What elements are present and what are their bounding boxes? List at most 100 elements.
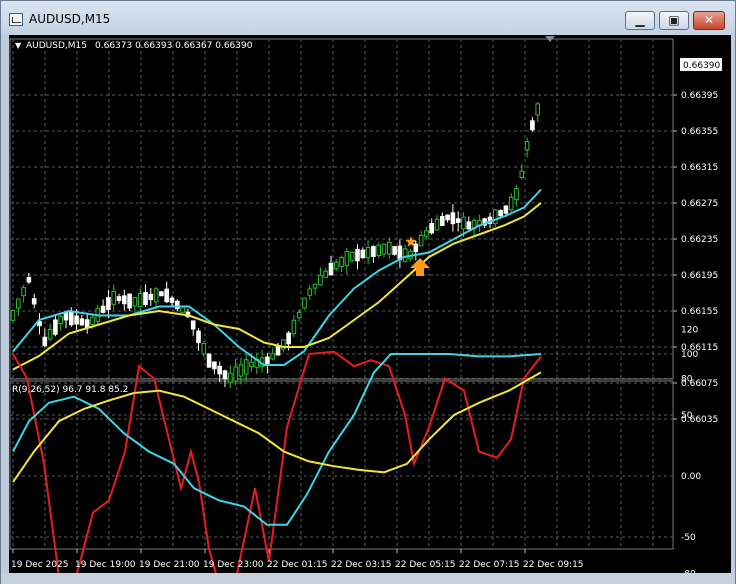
candle-body — [148, 293, 154, 301]
price-tick-label: 0.66155 — [681, 307, 718, 317]
candle-body — [143, 291, 148, 306]
time-tick-label: 22 Dec 09:15 — [523, 560, 584, 570]
close-button[interactable]: ✕ — [693, 11, 725, 30]
time-tick-label: 19 Dec 2025 — [11, 560, 69, 570]
candle-body — [222, 370, 228, 380]
candle-body — [413, 243, 419, 253]
candle-body — [291, 319, 297, 335]
candle-body — [519, 170, 525, 179]
candle-body — [233, 366, 238, 382]
candle-body — [270, 353, 275, 360]
minimize-button[interactable]: ▁ — [625, 11, 655, 30]
close-icon: ✕ — [703, 13, 715, 27]
chart-ohlc-values: 0.66373 0.66393 0.66367 0.66390 — [95, 41, 253, 51]
maximize-button[interactable]: ▣ — [659, 11, 689, 30]
candle-body — [106, 297, 111, 310]
candle-body — [196, 330, 201, 344]
chart-menu-arrow-icon[interactable]: ▼ — [15, 41, 22, 50]
candle-body — [217, 365, 222, 375]
candle-body — [455, 218, 461, 223]
candle-body — [440, 216, 445, 226]
candle-body — [339, 257, 344, 267]
candle-body — [111, 290, 117, 305]
candle-body — [429, 223, 434, 234]
time-tick-label: 22 Dec 07:15 — [459, 560, 520, 570]
oscillator-tick-label: 120 — [681, 326, 698, 336]
window-title: AUDUSD,M15 — [29, 12, 111, 26]
candle-body — [201, 343, 207, 355]
candle-body — [402, 248, 408, 263]
maximize-icon: ▣ — [668, 13, 680, 27]
chart-symbol-label: AUDUSD,M15 — [26, 41, 87, 51]
candle-body — [180, 306, 185, 313]
arrow-up-icon[interactable] — [410, 258, 430, 276]
candle-body — [169, 297, 175, 303]
candle-body — [498, 210, 503, 217]
candle-body — [535, 103, 541, 116]
candle-body — [69, 311, 74, 326]
candle-body — [355, 248, 360, 262]
candle-body — [153, 288, 159, 303]
oscillator-tick-label: -50 — [681, 533, 696, 543]
candle-body — [371, 246, 376, 257]
candle-body — [10, 310, 16, 321]
candle-body — [344, 250, 350, 266]
candle-body — [307, 288, 313, 296]
candle-body — [376, 244, 381, 256]
chart-canvas[interactable]: ▼ AUDUSD,M15 0.66373 0.66393 0.66367 0.6… — [9, 35, 731, 584]
candle-body — [206, 353, 212, 368]
candle-body — [265, 356, 270, 366]
price-tick-label: 0.66315 — [681, 163, 718, 173]
oscillator-tick-label: 50 — [681, 411, 693, 421]
candle-body — [434, 218, 440, 231]
candle-body — [275, 345, 281, 356]
candle-body — [122, 295, 127, 305]
candle-body — [334, 261, 339, 270]
candle-body — [243, 359, 249, 375]
candle-body — [238, 364, 244, 377]
oscillator-label: R(9,26,52) 96.7 91.8 85.2 — [12, 385, 128, 395]
candle-body — [328, 262, 334, 276]
minimize-icon: ▁ — [635, 13, 645, 27]
candle-body — [360, 249, 366, 259]
candle-body — [530, 120, 535, 131]
time-tick-label: 22 Dec 03:15 — [331, 560, 392, 570]
candle-body — [450, 212, 456, 225]
candle-body — [79, 318, 85, 326]
time-tick-label: 19 Dec 21:00 — [139, 560, 200, 570]
candle-body — [90, 316, 95, 325]
candle-body — [514, 188, 519, 200]
candle-body — [461, 216, 466, 230]
oscillator-tick-label: 0.00 — [681, 472, 701, 482]
candle-body — [63, 312, 69, 321]
current-price-label: 0.66390 — [683, 61, 720, 71]
candle-body — [508, 196, 514, 211]
candle-body — [159, 291, 164, 297]
candle-body — [503, 205, 509, 214]
candle-body — [100, 305, 106, 313]
title-bar[interactable]: AUDUSD,M15 ▁ ▣ ✕ — [1, 1, 735, 35]
status-strip — [1, 573, 735, 584]
oscillator-tick-label: 80 — [681, 374, 693, 384]
candle-body — [132, 297, 138, 307]
candle-body — [349, 251, 355, 261]
time-tick-label: 22 Dec 05:15 — [395, 560, 456, 570]
candle-body — [127, 293, 132, 309]
price-tick-label: 0.66235 — [681, 235, 718, 245]
price-tick-label: 0.66275 — [681, 199, 718, 209]
price-tick-label: 0.66395 — [681, 91, 718, 101]
terminal-window: AUDUSD,M15 ▁ ▣ ✕ ▼ AUDUSD,M15 0.66373 0.… — [0, 0, 736, 584]
candle-body — [228, 372, 233, 383]
candle-body — [524, 141, 530, 151]
candle-body — [58, 315, 64, 325]
candle-body — [212, 361, 217, 370]
candle-body — [445, 214, 450, 221]
time-tick-label: 19 Dec 23:00 — [203, 560, 264, 570]
candle-body — [387, 241, 392, 255]
candle-body — [296, 311, 302, 319]
time-tick-label: 22 Dec 01:15 — [267, 560, 328, 570]
time-tick-label: 19 Dec 19:00 — [75, 560, 136, 570]
chart-area[interactable]: ▼ AUDUSD,M15 0.66373 0.66393 0.66367 0.6… — [9, 35, 731, 584]
candle-body — [424, 230, 429, 237]
candle-body — [249, 361, 254, 368]
